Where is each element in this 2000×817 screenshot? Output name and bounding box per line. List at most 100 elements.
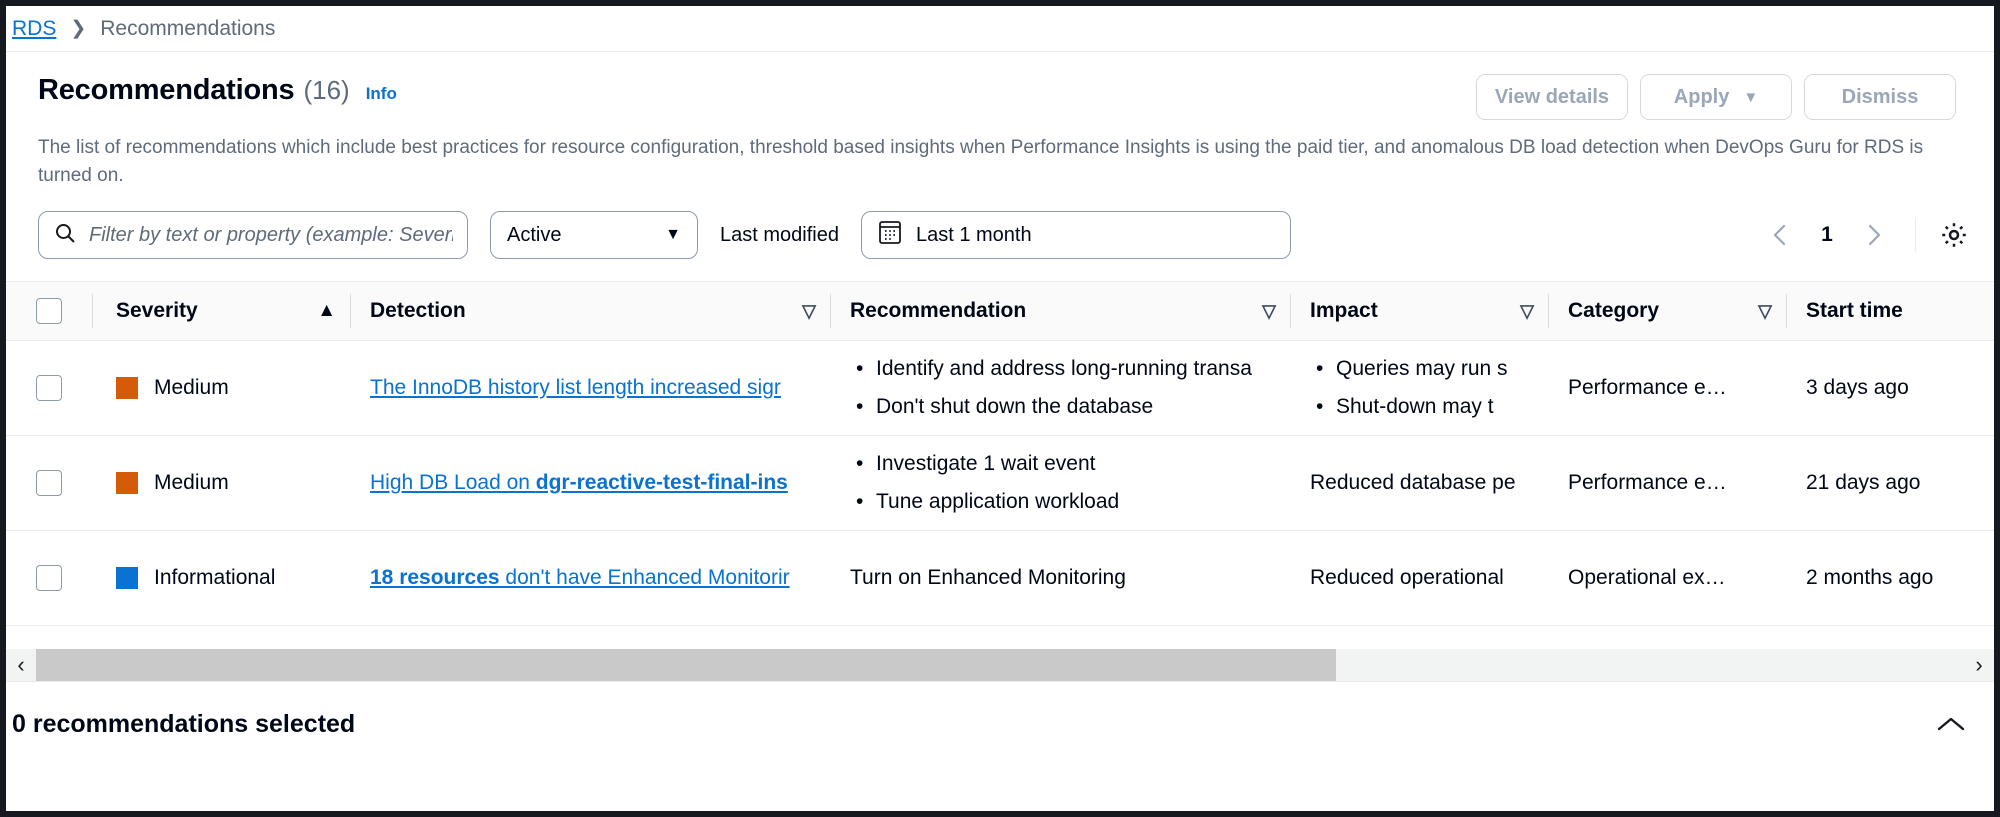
table-row[interactable]: Medium High DB Load on dgr-reactive-test… (6, 436, 1994, 531)
cell-severity: Medium (92, 341, 350, 436)
detection-link[interactable]: High DB Load on dgr-reactive-test-final-… (370, 471, 788, 494)
impact-value: Reduced database pe (1310, 471, 1516, 494)
horizontal-scrollbar[interactable]: ‹ › (6, 649, 1994, 681)
header-actions: View details Apply ▼ Dismiss (1476, 74, 1964, 120)
category-value: Performance e… (1568, 471, 1727, 494)
table-header-row: Severity ▲ Detection ▽ (6, 282, 1994, 341)
status-select-value: Active (507, 224, 561, 247)
start-time-value: 3 days ago (1806, 376, 1909, 399)
page-title-wrap: Recommendations (16) Info (38, 74, 397, 107)
cell-severity: Medium (92, 436, 350, 531)
column-header-detection[interactable]: Detection ▽ (350, 282, 830, 341)
status-select[interactable]: Active ▼ (490, 211, 698, 259)
recommendation-value: Turn on Enhanced Monitoring (850, 566, 1126, 589)
view-details-button[interactable]: View details (1476, 74, 1628, 120)
scrollbar-thumb[interactable] (36, 649, 1336, 681)
column-label-category: Category (1568, 299, 1659, 323)
breadcrumb-link-rds[interactable]: RDS (12, 17, 56, 41)
severity-indicator (116, 567, 138, 589)
select-all-checkbox[interactable] (36, 298, 62, 324)
selection-count: 0 recommendations selected (12, 710, 355, 739)
scroll-left-icon[interactable]: ‹ (6, 649, 36, 681)
filter-toolbar: Active ▼ Last modified (6, 189, 1994, 281)
table-row[interactable]: Medium The InnoDB history list length in… (6, 341, 1994, 436)
impact-list: Queries may run s Shut-down may t (1310, 350, 1534, 426)
select-all-header (6, 282, 92, 341)
rds-recommendations-page: RDS ❯ Recommendations Recommendations (1… (0, 0, 2000, 817)
pagination-divider (1915, 218, 1916, 252)
info-link[interactable]: Info (366, 84, 397, 104)
cell-category: Performance e… (1548, 436, 1786, 531)
last-modified-label: Last modified (720, 224, 839, 247)
detection-link-text: High DB Load on (370, 471, 536, 494)
start-time-value: 21 days ago (1806, 471, 1920, 494)
severity-indicator (116, 377, 138, 399)
pagination: 1 (1757, 212, 1994, 258)
chevron-right-icon[interactable] (1851, 212, 1897, 258)
detection-link-text: don't have Enhanced Monitorir (500, 566, 790, 589)
chevron-left-icon[interactable] (1757, 212, 1803, 258)
view-details-label: View details (1495, 86, 1609, 109)
column-header-start-time[interactable]: Start time ▽ (1786, 282, 1994, 341)
severity-label: Informational (154, 566, 275, 590)
recommendations-table-wrap: Severity ▲ Detection ▽ (6, 281, 1994, 681)
column-header-category[interactable]: Category ▽ (1548, 282, 1786, 341)
sort-icon: ▽ (802, 301, 816, 322)
column-divider (1786, 294, 1787, 328)
cell-start-time: 2 months ago (1786, 531, 1994, 626)
chevron-up-icon[interactable] (1934, 713, 1968, 737)
scroll-right-icon[interactable]: › (1964, 649, 1994, 681)
calendar-icon (878, 219, 902, 251)
page-title: Recommendations (38, 74, 294, 107)
column-label-start-time: Start time (1806, 299, 1903, 323)
column-header-recommendation[interactable]: Recommendation ▽ (830, 282, 1290, 341)
column-divider (1548, 294, 1549, 328)
severity-indicator (116, 472, 138, 494)
row-checkbox[interactable] (36, 470, 62, 496)
scrollbar-track[interactable] (36, 649, 1964, 681)
column-header-severity[interactable]: Severity ▲ (92, 282, 350, 341)
gear-icon[interactable] (1934, 215, 1974, 255)
date-range-value: Last 1 month (916, 224, 1032, 247)
cell-recommendation: Identify and address long-running transa… (830, 341, 1290, 436)
sort-icon: ▽ (1262, 301, 1276, 322)
page-number[interactable]: 1 (1807, 212, 1847, 258)
breadcrumb-separator-icon: ❯ (70, 17, 86, 40)
start-time-value: 2 months ago (1806, 566, 1933, 589)
list-item: Queries may run s (1310, 350, 1534, 388)
page-description: The list of recommendations which includ… (6, 120, 1966, 189)
impact-value: Reduced operational (1310, 566, 1504, 589)
category-value: Operational ex… (1568, 566, 1726, 589)
list-item: Shut-down may t (1310, 388, 1534, 426)
recommendation-list: Identify and address long-running transa… (850, 350, 1276, 426)
column-divider (350, 294, 351, 328)
cell-detection: 18 resources don't have Enhanced Monitor… (350, 531, 830, 626)
apply-button[interactable]: Apply ▼ (1640, 74, 1792, 120)
table-row[interactable]: Informational 18 resources don't have En… (6, 531, 1994, 626)
list-item: Tune application workload (850, 483, 1276, 521)
detection-link[interactable]: The InnoDB history list length increased… (370, 376, 781, 399)
dismiss-button[interactable]: Dismiss (1804, 74, 1956, 120)
search-input[interactable] (89, 224, 453, 247)
severity-label: Medium (154, 376, 229, 400)
row-checkbox[interactable] (36, 375, 62, 401)
column-header-impact[interactable]: Impact ▽ (1290, 282, 1548, 341)
search-box[interactable] (38, 211, 468, 259)
column-divider (1290, 294, 1291, 328)
cell-detection: High DB Load on dgr-reactive-test-final-… (350, 436, 830, 531)
date-range-picker[interactable]: Last 1 month (861, 211, 1291, 259)
column-divider (830, 294, 831, 328)
row-checkbox[interactable] (36, 565, 62, 591)
page-title-count: (16) (303, 75, 349, 106)
list-item: Investigate 1 wait event (850, 445, 1276, 483)
list-item: Don't shut down the database (850, 388, 1276, 426)
recommendations-table: Severity ▲ Detection ▽ (6, 282, 1994, 681)
column-label-impact: Impact (1310, 299, 1378, 323)
column-label-severity: Severity (116, 299, 198, 323)
recommendation-list: Investigate 1 wait event Tune applicatio… (850, 445, 1276, 521)
detection-link[interactable]: 18 resources don't have Enhanced Monitor… (370, 566, 790, 589)
sort-icon: ▽ (1520, 301, 1534, 322)
cell-severity: Informational (92, 531, 350, 626)
cell-detection: The InnoDB history list length increased… (350, 341, 830, 436)
search-icon (53, 221, 77, 250)
